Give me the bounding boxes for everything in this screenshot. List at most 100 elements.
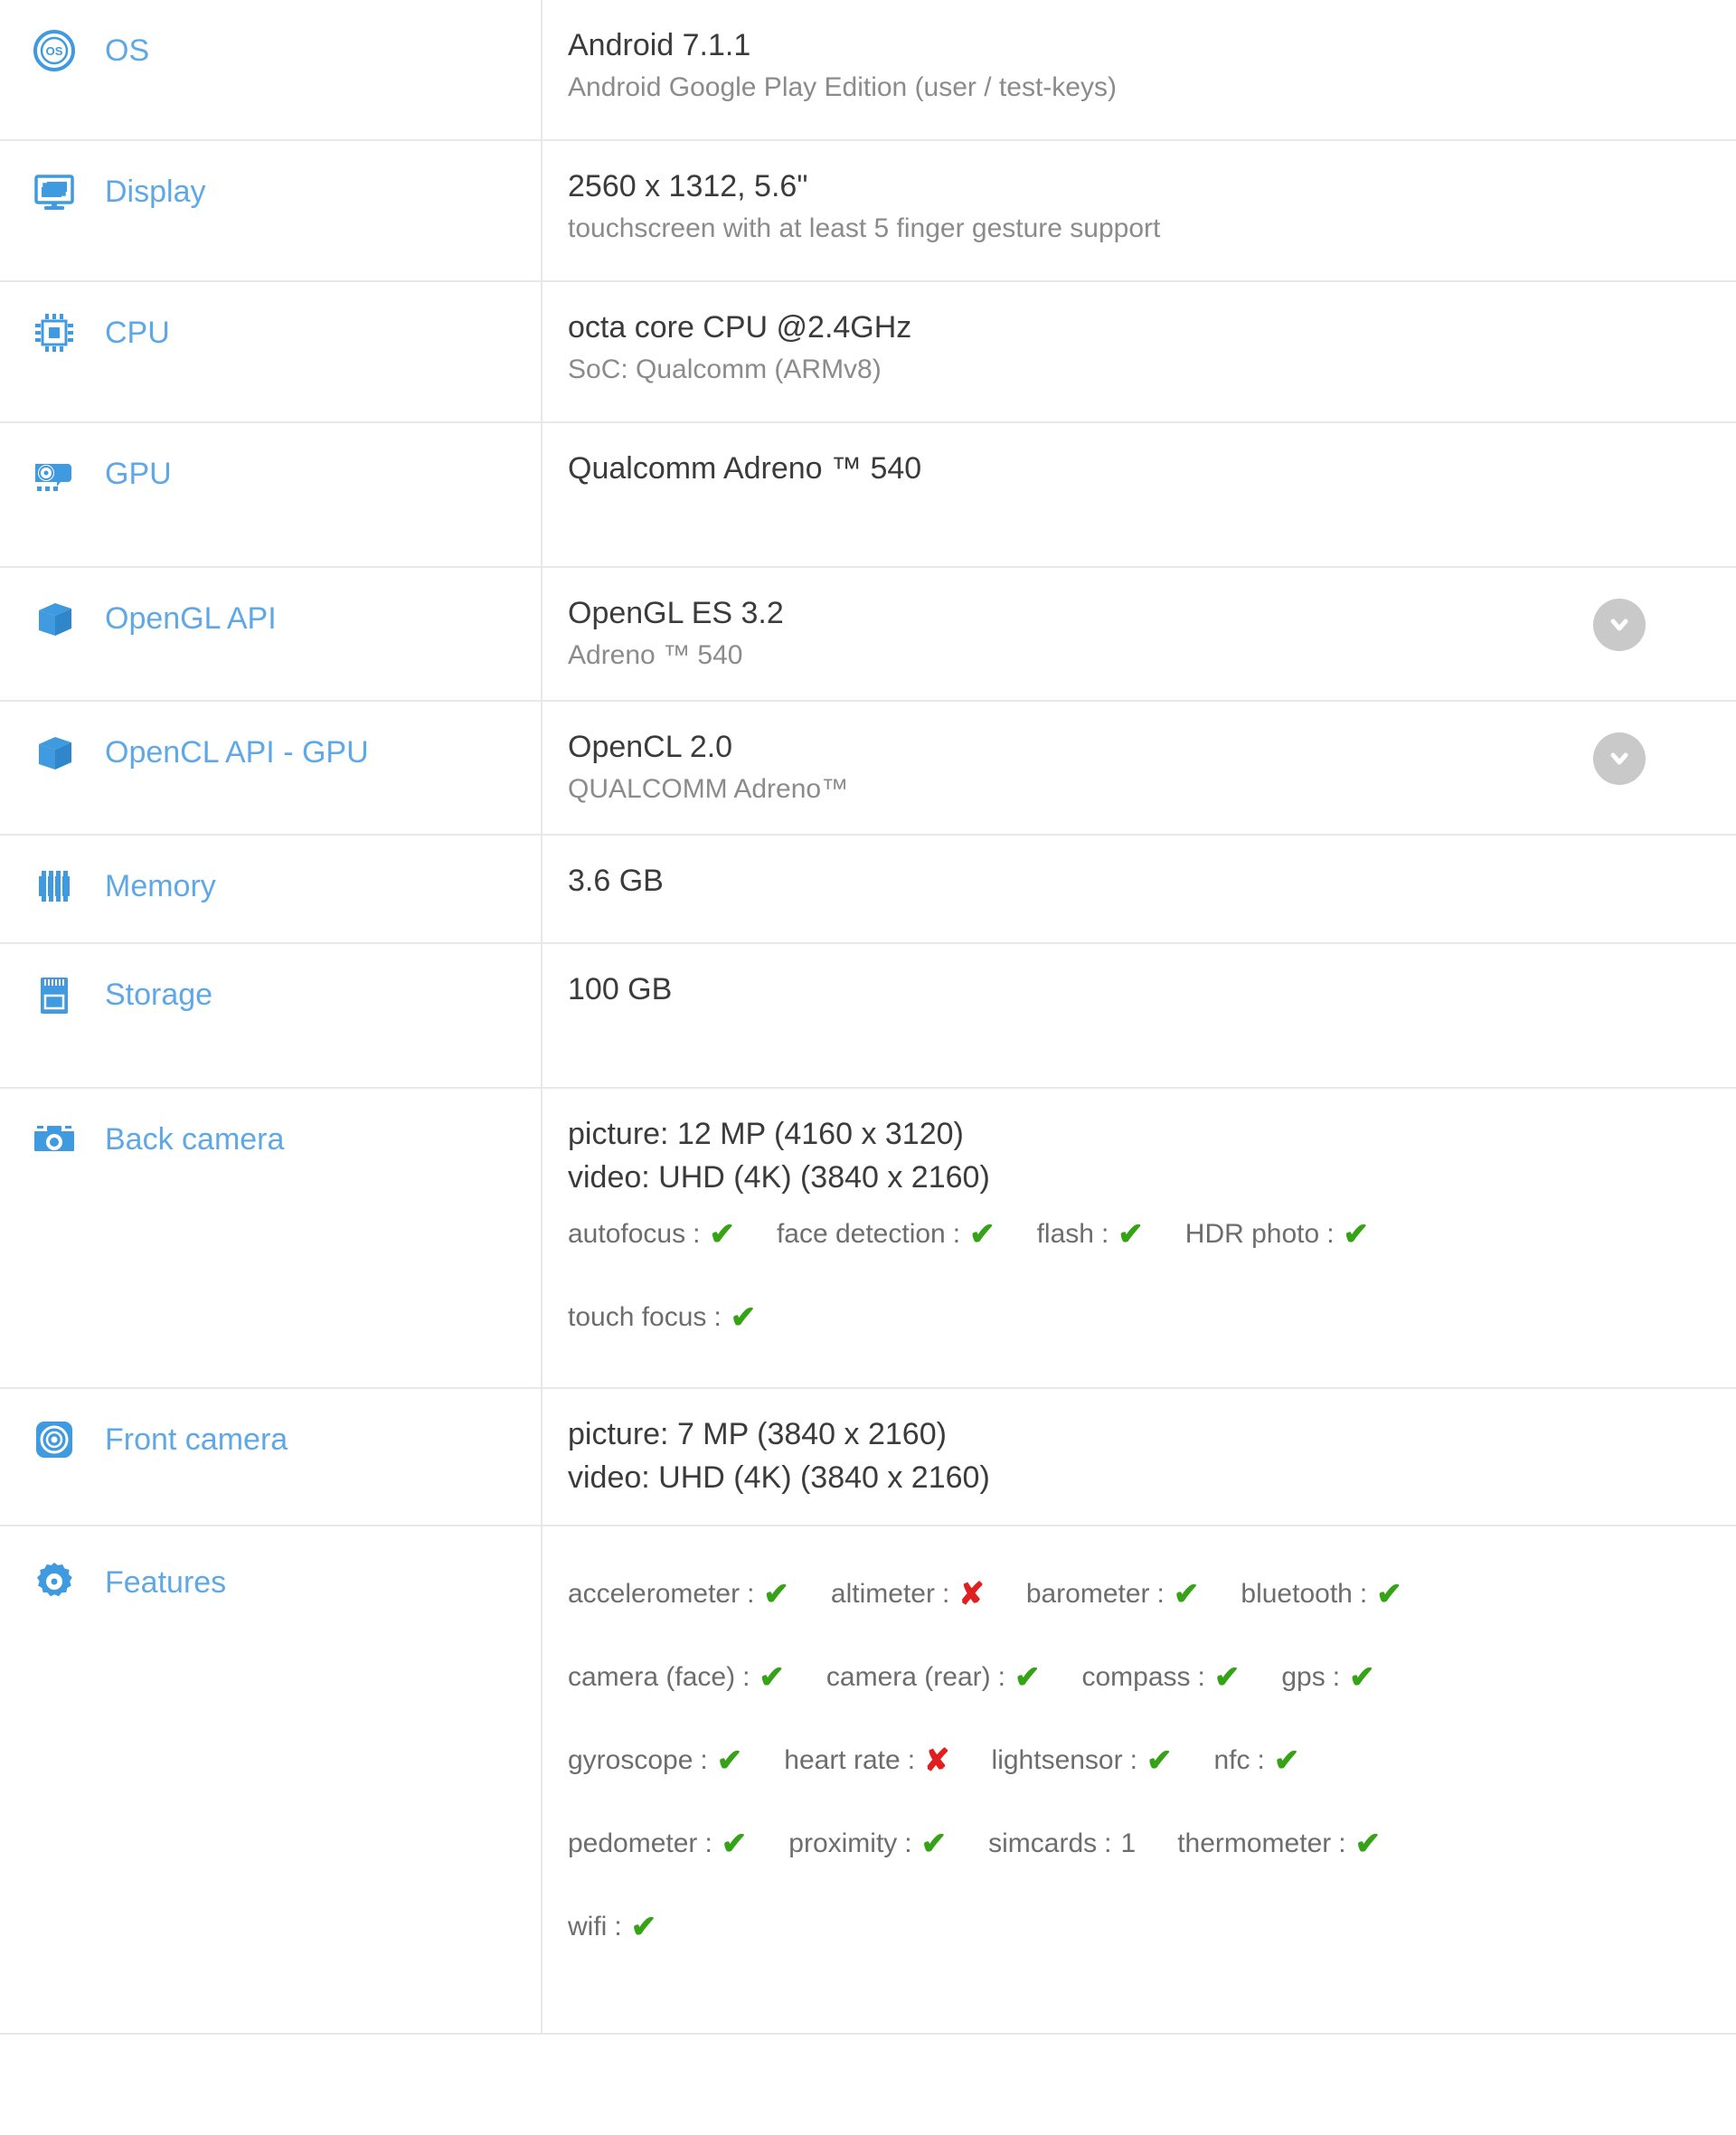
flag-separator: : bbox=[1129, 1745, 1137, 1775]
check-icon: ✔ bbox=[1213, 1660, 1241, 1695]
spec-row-os: OS OS Android 7.1.1 Android Google Play … bbox=[0, 0, 1736, 141]
flag-item: bluetooth : ✔ bbox=[1241, 1577, 1401, 1610]
spec-label-cell: GPU bbox=[0, 423, 542, 566]
flag-item: face detection : ✔ bbox=[777, 1217, 995, 1250]
memory-icon bbox=[31, 863, 78, 910]
flag-separator: : bbox=[713, 1302, 722, 1332]
flag-item: lightsensor : ✔ bbox=[992, 1743, 1173, 1776]
check-icon: ✔ bbox=[1376, 1577, 1402, 1611]
flag-label: accelerometer bbox=[568, 1579, 741, 1609]
spec-value-cell: OpenCL 2.0 QUALCOMM Adreno™ bbox=[542, 702, 1736, 834]
spec-value-cell: 100 GB bbox=[542, 944, 1736, 1087]
spec-label-cell: Back camera bbox=[0, 1089, 542, 1387]
spec-label: GPU bbox=[105, 457, 172, 491]
spec-value-cell: Qualcomm Adreno ™ 540 bbox=[542, 423, 1736, 566]
flag-item: HDR photo : ✔ bbox=[1185, 1217, 1369, 1250]
flag-label: lightsensor bbox=[991, 1745, 1123, 1775]
spec-value-main: Android 7.1.1 bbox=[568, 28, 751, 62]
flag-item-simcards: simcards : 1 bbox=[988, 1828, 1136, 1859]
flag-label: autofocus bbox=[568, 1219, 686, 1249]
flag-separator: : bbox=[1332, 1662, 1341, 1692]
flag-separator: : bbox=[614, 1912, 622, 1941]
flag-item: heart rate : ✘ bbox=[784, 1743, 949, 1776]
flag-item: proximity : ✔ bbox=[788, 1827, 947, 1859]
spec-value-sub: SoC: Qualcomm (ARMv8) bbox=[568, 354, 882, 384]
device-spec-table: OS OS Android 7.1.1 Android Google Play … bbox=[0, 0, 1736, 2035]
spec-value-main: 2560 x 1312, 5.6" bbox=[568, 169, 808, 203]
spec-row-opencl: OpenCL API - GPU OpenCL 2.0 QUALCOMM Adr… bbox=[0, 702, 1736, 836]
flag-item: barometer : ✔ bbox=[1026, 1577, 1200, 1610]
simcards-value: 1 bbox=[1120, 1828, 1137, 1858]
spec-label-cell: OS OS bbox=[0, 0, 542, 139]
spec-row-display: Display 2560 x 1312, 5.6" touchscreen wi… bbox=[0, 141, 1736, 282]
display-icon bbox=[31, 168, 78, 215]
spec-value-main: OpenCL 2.0 bbox=[568, 730, 733, 764]
cross-icon: ✘ bbox=[924, 1743, 950, 1778]
spec-value-cell: Android 7.1.1 Android Google Play Editio… bbox=[542, 0, 1736, 139]
check-icon: ✔ bbox=[1354, 1827, 1382, 1861]
spec-label-cell: Storage bbox=[0, 944, 542, 1087]
spec-label-cell: CPU bbox=[0, 282, 542, 421]
check-icon: ✔ bbox=[969, 1217, 995, 1252]
front-camera-icon bbox=[31, 1416, 78, 1463]
flag-label: heart rate bbox=[784, 1745, 901, 1775]
flag-separator: : bbox=[1156, 1579, 1165, 1609]
flag-item: gyroscope : ✔ bbox=[568, 1743, 742, 1776]
spec-value-cell: 3.6 GB bbox=[542, 836, 1736, 942]
spec-label: Storage bbox=[105, 978, 213, 1012]
cube-icon bbox=[31, 595, 78, 642]
spec-row-features: Features accelerometer : ✔ altimeter : ✘… bbox=[0, 1526, 1736, 2035]
spec-value-sub: Android Google Play Edition (user / test… bbox=[568, 72, 1117, 102]
flag-item: pedometer : ✔ bbox=[568, 1827, 747, 1859]
flag-separator: : bbox=[1104, 1828, 1112, 1858]
spec-value-sub: touchscreen with at least 5 finger gestu… bbox=[568, 213, 1161, 243]
check-icon: ✔ bbox=[630, 1910, 657, 1944]
flag-item: thermometer : ✔ bbox=[1177, 1827, 1381, 1859]
flag-item: nfc : ✔ bbox=[1213, 1743, 1299, 1776]
spec-label-cell: Features bbox=[0, 1526, 542, 2033]
flag-separator: : bbox=[693, 1219, 701, 1249]
spec-label: OS bbox=[105, 33, 150, 68]
flag-label: wifi bbox=[568, 1912, 608, 1941]
flag-separator: : bbox=[997, 1662, 1005, 1692]
spec-label: CPU bbox=[105, 316, 170, 350]
features-line-2: camera (face) : ✔ camera (rear) : ✔ comp… bbox=[568, 1660, 1736, 1693]
flag-label: proximity bbox=[788, 1828, 898, 1858]
flag-separator: : bbox=[907, 1745, 916, 1775]
flag-separator: : bbox=[1100, 1219, 1109, 1249]
features-line-4: pedometer : ✔ proximity : ✔ simcards : 1… bbox=[568, 1827, 1736, 1859]
flag-label: barometer bbox=[1025, 1579, 1150, 1609]
flag-separator: : bbox=[1257, 1745, 1265, 1775]
storage-icon bbox=[31, 971, 78, 1018]
flag-separator: : bbox=[941, 1579, 950, 1609]
spec-value-main: Qualcomm Adreno ™ 540 bbox=[568, 451, 922, 486]
gear-icon bbox=[31, 1559, 78, 1606]
flag-item: accelerometer : ✔ bbox=[568, 1577, 789, 1610]
flag-label: compass bbox=[1081, 1662, 1191, 1692]
spec-label: Features bbox=[105, 1565, 227, 1600]
back-camera-video: video: UHD (4K) (3840 x 2160) bbox=[568, 1160, 990, 1195]
opencl-expand-button[interactable] bbox=[1593, 732, 1646, 785]
spec-value-cell: picture: 7 MP (3840 x 2160) video: UHD (… bbox=[542, 1389, 1736, 1525]
check-icon: ✔ bbox=[1014, 1660, 1041, 1695]
chevron-down-icon bbox=[1605, 610, 1634, 639]
features-line-5: wifi : ✔ bbox=[568, 1910, 1736, 1942]
opengl-expand-button[interactable] bbox=[1593, 599, 1646, 651]
flag-separator: : bbox=[747, 1579, 755, 1609]
features-line-1: accelerometer : ✔ altimeter : ✘ baromete… bbox=[568, 1577, 1736, 1610]
spec-value-sub: Adreno ™ 540 bbox=[568, 640, 743, 670]
flag-item: altimeter : ✘ bbox=[831, 1577, 985, 1610]
spec-value-main: 100 GB bbox=[568, 972, 673, 1006]
spec-value-cell: accelerometer : ✔ altimeter : ✘ baromete… bbox=[542, 1526, 1736, 2033]
spec-value-main: OpenGL ES 3.2 bbox=[568, 596, 784, 630]
flag-label: thermometer bbox=[1177, 1828, 1332, 1858]
check-icon: ✔ bbox=[1173, 1577, 1200, 1611]
flag-label: camera (face) bbox=[568, 1662, 736, 1692]
gpu-icon bbox=[31, 450, 78, 497]
spec-label-cell: OpenCL API - GPU bbox=[0, 702, 542, 834]
flag-item: autofocus : ✔ bbox=[568, 1217, 735, 1250]
